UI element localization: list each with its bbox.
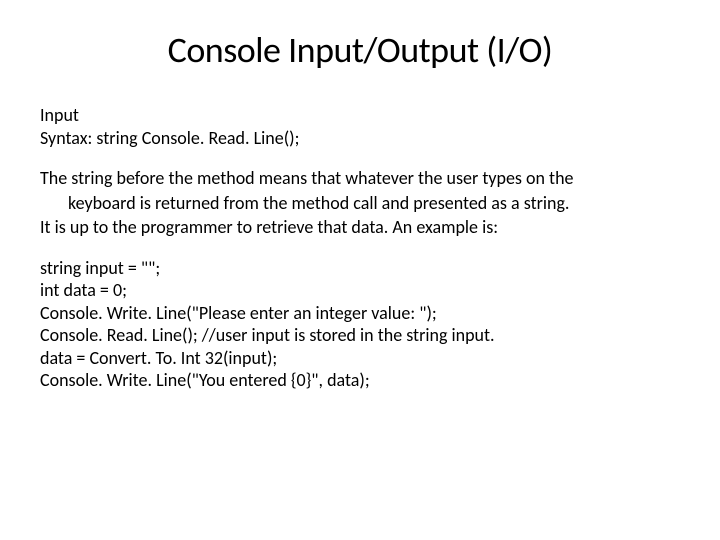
code-line-6: Console. Write. Line("You entered {0}", … bbox=[40, 369, 680, 392]
code-line-3: Console. Write. Line("Please enter an in… bbox=[40, 302, 680, 325]
input-section-label: Input bbox=[40, 104, 680, 127]
desc-line-3: It is up to the programmer to retrieve t… bbox=[40, 216, 680, 239]
description-block: The string before the method means that … bbox=[40, 167, 680, 239]
desc-line-1: The string before the method means that … bbox=[40, 167, 680, 190]
code-line-2: int data = 0; bbox=[40, 279, 680, 302]
code-line-4: Console. Read. Line(); //user input is s… bbox=[40, 324, 680, 347]
syntax-line: Syntax: string Console. Read. Line(); bbox=[40, 127, 680, 150]
slide-title: Console Input/Output (I/O) bbox=[40, 28, 680, 72]
desc-line-2: keyboard is returned from the method cal… bbox=[40, 192, 680, 215]
code-line-5: data = Convert. To. Int 32(input); bbox=[40, 347, 680, 370]
code-line-1: string input = ""; bbox=[40, 257, 680, 280]
